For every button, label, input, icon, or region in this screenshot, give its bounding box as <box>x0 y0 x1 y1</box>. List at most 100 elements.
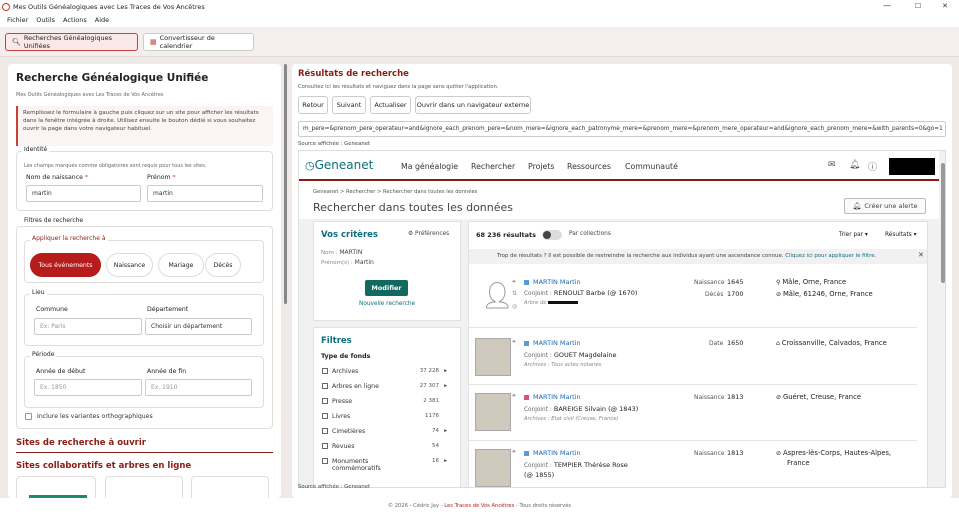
surname-input[interactable]: martin <box>26 185 141 202</box>
result-row[interactable]: ❝ MARTIN Martin Conjoint : BAREIGE Silva… <box>469 386 917 441</box>
fund-filter-item[interactable]: Arbres en ligne 27 307 ▸ <box>322 383 447 390</box>
start-year-input[interactable]: Ex. 1850 <box>34 379 142 396</box>
menu-bar: Fichier Outils Actions Aide <box>0 13 959 27</box>
left-scrollbar-thumb[interactable] <box>284 64 287 304</box>
nav-communaute[interactable]: Communauté <box>625 162 678 171</box>
back-button[interactable]: Retour <box>298 96 328 114</box>
notice-close-icon[interactable]: ✕ <box>918 251 924 259</box>
variants-checkbox[interactable] <box>25 413 32 420</box>
collab-site-card-1[interactable] <box>16 476 96 498</box>
expand-arrow-icon[interactable]: ▸ <box>444 383 447 389</box>
fund-filter-item[interactable]: Revues 54 <box>322 443 447 450</box>
filter-label: Monuments commémoratifs <box>332 458 381 472</box>
result-source-3: Archives : Etat civil (Creuse, France) <box>524 416 619 422</box>
modify-button[interactable]: Modifier <box>365 280 408 296</box>
pill-birth[interactable]: Naissance <box>106 253 153 277</box>
webview-scrollbar[interactable] <box>939 151 945 487</box>
results-area: Vos critères ⚙ Préférences Nom : MARTIN … <box>299 219 945 487</box>
expand-arrow-icon[interactable]: ▸ <box>444 428 447 434</box>
refresh-button[interactable]: Actualiser <box>370 96 411 114</box>
nav-ma-genealogie[interactable]: Ma généalogie <box>401 162 458 171</box>
filter-checkbox[interactable] <box>322 443 328 449</box>
results-subtitle: Consultez ici les résultats et naviguez … <box>298 84 499 90</box>
section-sites: Sites de recherche à ouvrir <box>16 438 146 448</box>
create-alert-button[interactable]: 🔔︎ Créer une alerte <box>844 198 926 214</box>
fund-filter-item[interactable]: Archives 37 228 ▸ <box>322 368 447 375</box>
pill-all-events[interactable]: Tous événements <box>30 253 101 277</box>
menu-aide[interactable]: Aide <box>95 16 109 24</box>
nav-rechercher[interactable]: Rechercher <box>471 162 515 171</box>
maximize-button[interactable]: ☐ <box>905 0 931 12</box>
record-thumbnail <box>475 393 511 431</box>
collab-site-card-3[interactable] <box>191 476 269 498</box>
close-button[interactable]: ✕ <box>932 0 958 12</box>
event-place-3: ⊘ Guéret, Creuse, France <box>776 393 862 401</box>
fund-filter-item[interactable]: Monuments commémoratifs 16 ▸ <box>322 458 447 472</box>
fund-filter-item[interactable]: Cimetières 74 ▸ <box>322 428 447 435</box>
fund-filter-item[interactable]: Presse 2 381 <box>322 398 447 405</box>
account-box[interactable] <box>889 158 935 175</box>
filter-count: 2 381 <box>423 398 439 404</box>
commune-input[interactable]: Ex: Paris <box>34 318 142 335</box>
event-year-4: 1813 <box>727 449 744 457</box>
help-icon[interactable]: ⓘ <box>868 160 877 173</box>
embedded-webview: ◷Geneanet Ma généalogie Rechercher Proje… <box>298 150 946 488</box>
gn-filters-card: Filtres Type de fonds Archives 37 228 ▸ Arb… <box>313 327 461 487</box>
filter-checkbox[interactable] <box>322 398 328 404</box>
tab-calendar-converter[interactable]: ▦ Convertisseur de calendrier <box>143 33 254 51</box>
menu-outils[interactable]: Outils <box>36 16 55 24</box>
filter-checkbox[interactable] <box>322 428 328 434</box>
mail-icon[interactable]: ✉ <box>828 160 836 170</box>
open-external-button[interactable]: Ouvrir dans un navigateur externe <box>415 96 531 114</box>
end-year-input[interactable]: Ex. 1910 <box>145 379 252 396</box>
menu-fichier[interactable]: Fichier <box>7 16 28 24</box>
filter-checkbox[interactable] <box>322 458 328 464</box>
filter-checkbox[interactable] <box>322 368 328 374</box>
result-row[interactable]: ❝ MARTIN Martin Conjoint : TEMPIER Thérè… <box>469 442 917 487</box>
sort-dropdown[interactable]: Trier par ▾ <box>839 232 868 238</box>
dept-select[interactable]: Choisir un département <box>145 318 252 335</box>
footer-link[interactable]: Les Traces de Vos Ancêtres <box>444 503 514 509</box>
bell-icon[interactable]: 🔔︎ <box>849 160 860 170</box>
event-place-1a: ⚲ Mâle, Orne, France <box>776 278 847 286</box>
expand-arrow-icon[interactable]: ▸ <box>444 458 447 464</box>
pill-marriage[interactable]: Mariage <box>158 253 204 277</box>
webview-scrollbar-thumb[interactable] <box>941 163 945 283</box>
results-dropdown[interactable]: Résultats ▾ <box>885 232 917 238</box>
menu-actions[interactable]: Actions <box>63 16 87 24</box>
collab-site-card-2[interactable] <box>105 476 183 498</box>
filter-count: 16 <box>432 458 439 464</box>
minimize-button[interactable]: — <box>874 0 900 12</box>
firstname-input[interactable]: martin <box>147 185 263 202</box>
event-place-4b: France <box>787 459 810 467</box>
result-name-3[interactable]: MARTIN Martin <box>524 393 581 401</box>
forward-button[interactable]: Suivant <box>332 96 366 114</box>
apply-filter-link[interactable]: Cliquez ici pour appliquer le filtre. <box>785 253 876 259</box>
footer-rights: - Tous droits réservés <box>515 503 572 509</box>
filter-label: Revues <box>332 443 355 450</box>
notice-text: Trop de résultats ? Il est possible de r… <box>497 253 877 259</box>
collections-toggle[interactable] <box>542 230 562 240</box>
nav-projets[interactable]: Projets <box>528 162 554 171</box>
new-search-link[interactable]: Nouvelle recherche <box>359 301 415 307</box>
nav-ressources[interactable]: Ressources <box>567 162 611 171</box>
expand-arrow-icon[interactable]: ▸ <box>444 368 447 374</box>
fund-filter-item[interactable]: Livres 1176 <box>322 413 447 420</box>
result-name-2[interactable]: MARTIN Martin <box>524 339 581 347</box>
preferences-link[interactable]: ⚙ Préférences <box>408 231 449 237</box>
toolbar: 🔍︎ Recherches Généalogiques Unifiées ▦ C… <box>0 27 959 57</box>
result-row[interactable]: ❝ MARTIN Martin Conjoint : GOUET Magdela… <box>469 329 917 385</box>
result-name-1[interactable]: MARTIN Martin <box>524 278 581 286</box>
event-year-3: 1813 <box>727 393 744 401</box>
info-box: Remplissez le formulaire à gauche puis c… <box>16 106 273 146</box>
geneanet-logo[interactable]: ◷Geneanet <box>305 158 373 172</box>
filter-checkbox[interactable] <box>322 413 328 419</box>
pill-death[interactable]: Décès <box>205 253 241 277</box>
event-label-1b: Décès <box>705 291 724 298</box>
result-name-4[interactable]: MARTIN Martin <box>524 449 581 457</box>
result-row[interactable]: 👤︎ ❝ ⇅ ◎ MARTIN Martin Conjoint : RENOUL… <box>469 265 917 328</box>
tab-unified-search[interactable]: 🔍︎ Recherches Généalogiques Unifiées <box>5 33 138 51</box>
url-field[interactable]: m_pere=&prenom_pere_operateur=and&ignore… <box>298 121 946 137</box>
left-scrollbar[interactable] <box>283 64 289 498</box>
filter-checkbox[interactable] <box>322 383 328 389</box>
